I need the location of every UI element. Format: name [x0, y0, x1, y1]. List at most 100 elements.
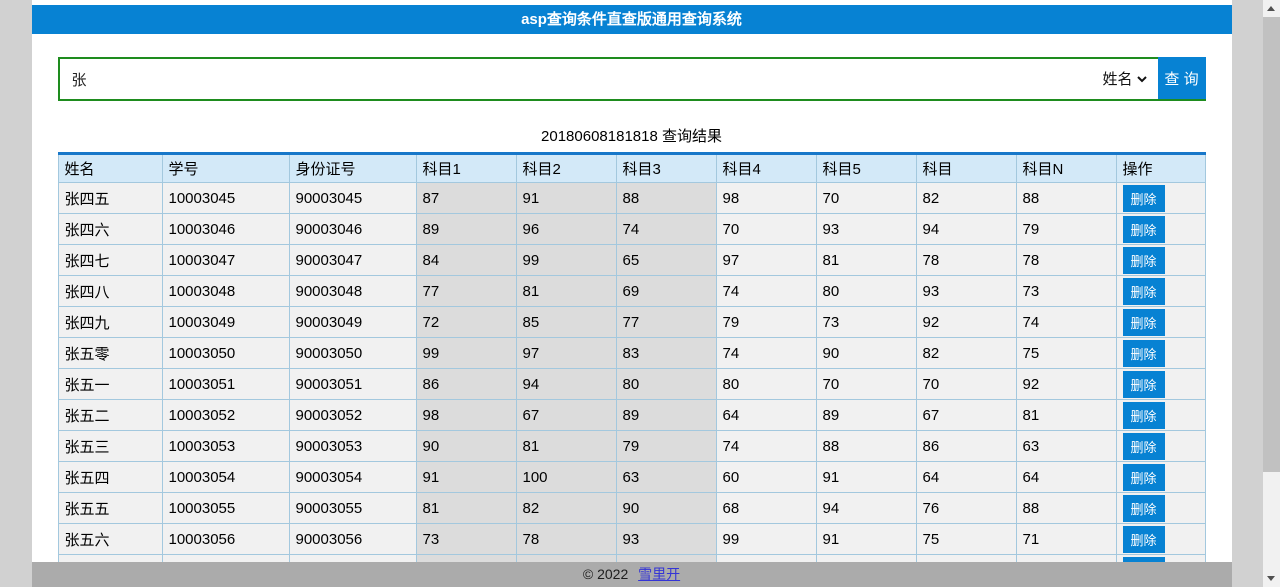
table-cell: 91 [416, 462, 516, 493]
table-cell: 72 [416, 307, 516, 338]
table-cell: 88 [816, 431, 916, 462]
table-cell: 89 [616, 400, 716, 431]
action-cell: 删除 [1116, 431, 1205, 462]
table-cell: 张四七 [58, 245, 162, 276]
delete-button[interactable]: 删除 [1123, 247, 1165, 274]
table-cell: 90003052 [289, 400, 416, 431]
delete-button[interactable]: 删除 [1123, 216, 1165, 243]
column-header: 科目4 [716, 154, 816, 183]
table-cell: 69 [616, 276, 716, 307]
table-cell: 88 [1016, 183, 1116, 214]
table-cell: 90 [616, 493, 716, 524]
table-cell: 77 [616, 307, 716, 338]
table-cell: 73 [816, 307, 916, 338]
table-row: 张四九100030499000304972857779739274删除 [58, 307, 1205, 338]
delete-button[interactable]: 删除 [1123, 526, 1165, 553]
app-title-bar: asp查询条件直查版通用查询系统 [32, 5, 1232, 34]
table-cell: 85 [516, 307, 616, 338]
table-cell: 81 [816, 245, 916, 276]
table-cell: 86 [916, 431, 1016, 462]
page: asp查询条件直查版通用查询系统 姓名 查 询 20180608181818 查… [32, 0, 1232, 587]
footer: © 2022 雪里开 [32, 562, 1232, 587]
table-cell: 75 [916, 524, 1016, 555]
column-header: 身份证号 [289, 154, 416, 183]
table-cell: 98 [716, 183, 816, 214]
table-cell: 89 [816, 400, 916, 431]
action-cell: 删除 [1116, 462, 1205, 493]
footer-link[interactable]: 雪里开 [638, 566, 680, 582]
table-cell: 70 [716, 214, 816, 245]
delete-button[interactable]: 删除 [1123, 278, 1165, 305]
table-row: 张五六100030569000305673789399917571删除 [58, 524, 1205, 555]
scrollbar-down-arrow-icon[interactable] [1263, 570, 1280, 587]
table-cell: 67 [916, 400, 1016, 431]
delete-button[interactable]: 删除 [1123, 495, 1165, 522]
search-input[interactable] [58, 57, 1206, 101]
table-cell: 89 [416, 214, 516, 245]
table-cell: 63 [616, 462, 716, 493]
vertical-scrollbar[interactable] [1263, 0, 1280, 587]
table-cell: 10003053 [162, 431, 289, 462]
search-bar: 姓名 查 询 [58, 57, 1206, 101]
scrollbar-thumb[interactable] [1263, 17, 1280, 472]
delete-button[interactable]: 删除 [1123, 464, 1165, 491]
action-cell: 删除 [1116, 400, 1205, 431]
table-cell: 90003047 [289, 245, 416, 276]
table-body: 张四五100030459000304587918898708288删除张四六10… [58, 183, 1205, 586]
table-cell: 90003056 [289, 524, 416, 555]
table-cell: 90003046 [289, 214, 416, 245]
delete-button[interactable]: 删除 [1123, 340, 1165, 367]
table-cell: 79 [716, 307, 816, 338]
results-table: 姓名学号身份证号科目1科目2科目3科目4科目5科目科目N操作 张四五100030… [58, 152, 1206, 586]
table-cell: 64 [1016, 462, 1116, 493]
column-header: 学号 [162, 154, 289, 183]
table-cell: 93 [916, 276, 1016, 307]
column-header: 科目2 [516, 154, 616, 183]
action-cell: 删除 [1116, 307, 1205, 338]
action-cell: 删除 [1116, 369, 1205, 400]
table-cell: 94 [916, 214, 1016, 245]
column-header: 科目5 [816, 154, 916, 183]
table-cell: 81 [416, 493, 516, 524]
table-cell: 91 [816, 524, 916, 555]
action-cell: 删除 [1116, 276, 1205, 307]
table-cell: 79 [1016, 214, 1116, 245]
delete-button[interactable]: 删除 [1123, 309, 1165, 336]
table-row: 张四八100030489000304877816974809373删除 [58, 276, 1205, 307]
table-cell: 张五一 [58, 369, 162, 400]
delete-button[interactable]: 删除 [1123, 433, 1165, 460]
search-button[interactable]: 查 询 [1158, 57, 1206, 99]
table-cell: 90 [416, 431, 516, 462]
table-cell: 10003046 [162, 214, 289, 245]
delete-button[interactable]: 删除 [1123, 185, 1165, 212]
column-header: 科目1 [416, 154, 516, 183]
table-cell: 90 [816, 338, 916, 369]
search-field-select[interactable]: 姓名 [1099, 64, 1150, 94]
table-row: 张五四1000305490003054911006360916464删除 [58, 462, 1205, 493]
table-cell: 88 [616, 183, 716, 214]
column-header: 操作 [1116, 154, 1205, 183]
table-cell: 92 [1016, 369, 1116, 400]
table-cell: 张五零 [58, 338, 162, 369]
table-cell: 90003048 [289, 276, 416, 307]
delete-button[interactable]: 删除 [1123, 371, 1165, 398]
table-cell: 77 [416, 276, 516, 307]
table-cell: 81 [1016, 400, 1116, 431]
table-cell: 70 [816, 183, 916, 214]
delete-button[interactable]: 删除 [1123, 402, 1165, 429]
table-cell: 93 [816, 214, 916, 245]
action-cell: 删除 [1116, 214, 1205, 245]
table-cell: 78 [1016, 245, 1116, 276]
table-cell: 张五四 [58, 462, 162, 493]
table-cell: 97 [716, 245, 816, 276]
action-cell: 删除 [1116, 338, 1205, 369]
table-row: 张四五100030459000304587918898708288删除 [58, 183, 1205, 214]
table-cell: 10003045 [162, 183, 289, 214]
table-cell: 64 [916, 462, 1016, 493]
table-cell: 张五三 [58, 431, 162, 462]
table-cell: 99 [416, 338, 516, 369]
table-cell: 90003054 [289, 462, 416, 493]
table-row: 张五五100030559000305581829068947688删除 [58, 493, 1205, 524]
table-cell: 10003051 [162, 369, 289, 400]
scrollbar-up-arrow-icon[interactable] [1263, 0, 1280, 17]
